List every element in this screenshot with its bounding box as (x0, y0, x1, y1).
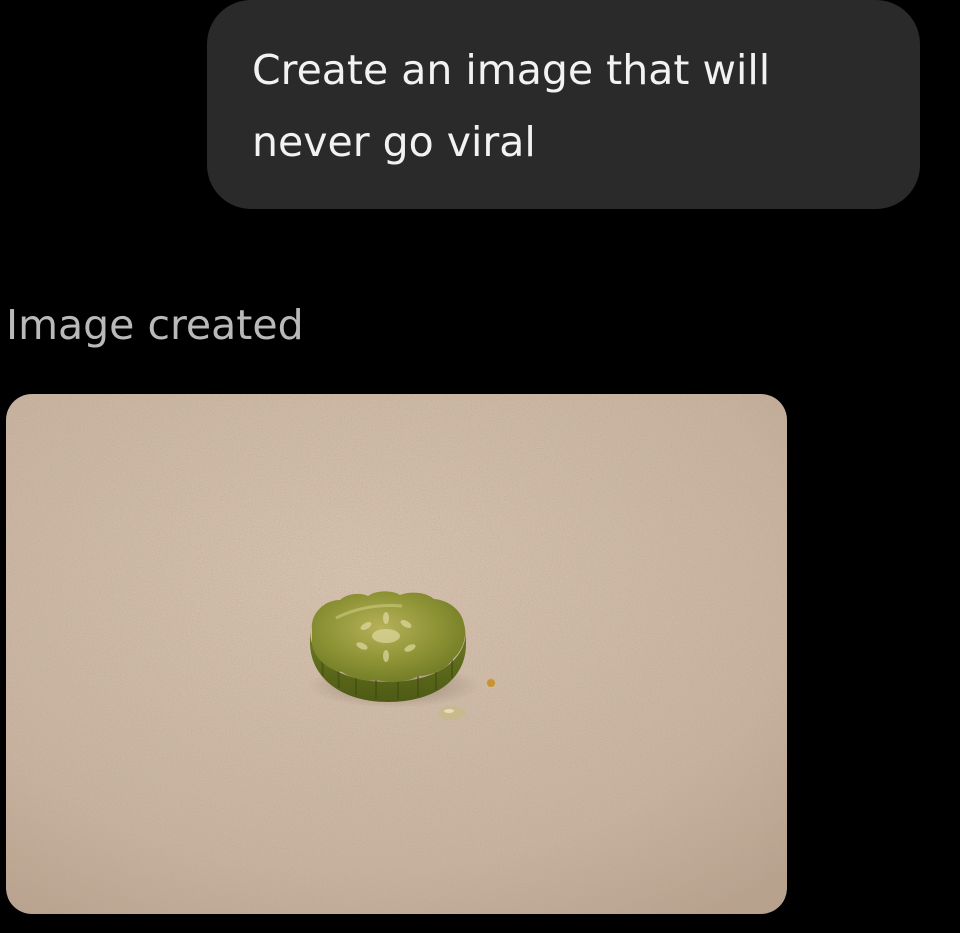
pickle-photo (6, 394, 787, 914)
image-created-label: Image created (6, 301, 304, 349)
generated-image[interactable] (6, 394, 787, 914)
user-message-text: Create an image that will never go viral (252, 46, 771, 166)
user-message-bubble: Create an image that will never go viral (207, 0, 920, 209)
seed-speck (487, 679, 495, 687)
juice-drop (438, 706, 466, 720)
